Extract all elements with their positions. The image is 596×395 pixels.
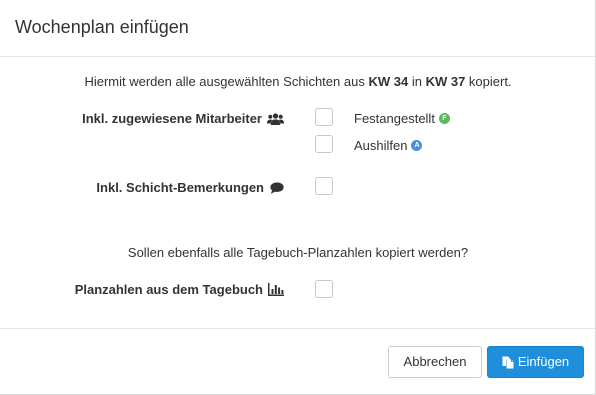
info-text: Hiermit werden alle ausgewählten Schicht… [0,74,596,89]
temp-badge-icon: A [411,140,423,151]
info-suffix: kopiert. [468,74,512,89]
permanent-employees-option: Festangestellt F [354,111,450,126]
employees-option-label: Inkl. zugewiesene Mitarbeiter [82,111,284,126]
from-week: KW 34 [368,74,409,89]
insert-button-label: Einfügen [517,354,570,369]
temp-workers-label: Aushilfen [354,138,408,153]
users-icon [267,112,284,125]
permanent-employees-checkbox[interactable] [315,108,333,126]
cancel-button[interactable]: Abbrechen [388,346,482,378]
dialog-footer [0,328,595,329]
comment-icon [270,181,284,194]
temp-workers-option: Aushilfen A [354,138,423,153]
insert-week-plan-dialog: Wochenplan einfügen Hiermit werden alle … [0,0,596,395]
employees-label-text: Inkl. zugewiesene Mitarbeiter [82,111,262,126]
cancel-button-label: Abbrechen [403,354,467,369]
to-week: KW 37 [425,74,466,89]
bar-chart-icon [268,283,284,296]
remarks-checkbox[interactable] [315,177,333,195]
info-middle: in [411,74,422,89]
info-prefix: Hiermit werden alle ausgewählten Schicht… [84,74,365,89]
copy-icon [502,356,514,369]
diary-option-label: Planzahlen aus dem Tagebuch [75,282,284,297]
permanent-employees-label: Festangestellt [354,111,435,126]
temp-workers-checkbox[interactable] [315,135,333,153]
diary-label-text: Planzahlen aus dem Tagebuch [74,282,263,297]
dialog-title: Wochenplan einfügen [15,17,189,37]
diary-checkbox[interactable] [315,280,333,298]
permanent-badge-icon: F [438,113,450,124]
insert-button[interactable]: Einfügen [487,346,584,378]
remarks-option-label: Inkl. Schicht-Bemerkungen [96,180,284,195]
diary-question: Sollen ebenfalls alle Tagebuch-Planzahle… [127,245,469,260]
dialog-header: Wochenplan einfügen [0,0,595,57]
remarks-label-text: Inkl. Schicht-Bemerkungen [96,180,264,195]
